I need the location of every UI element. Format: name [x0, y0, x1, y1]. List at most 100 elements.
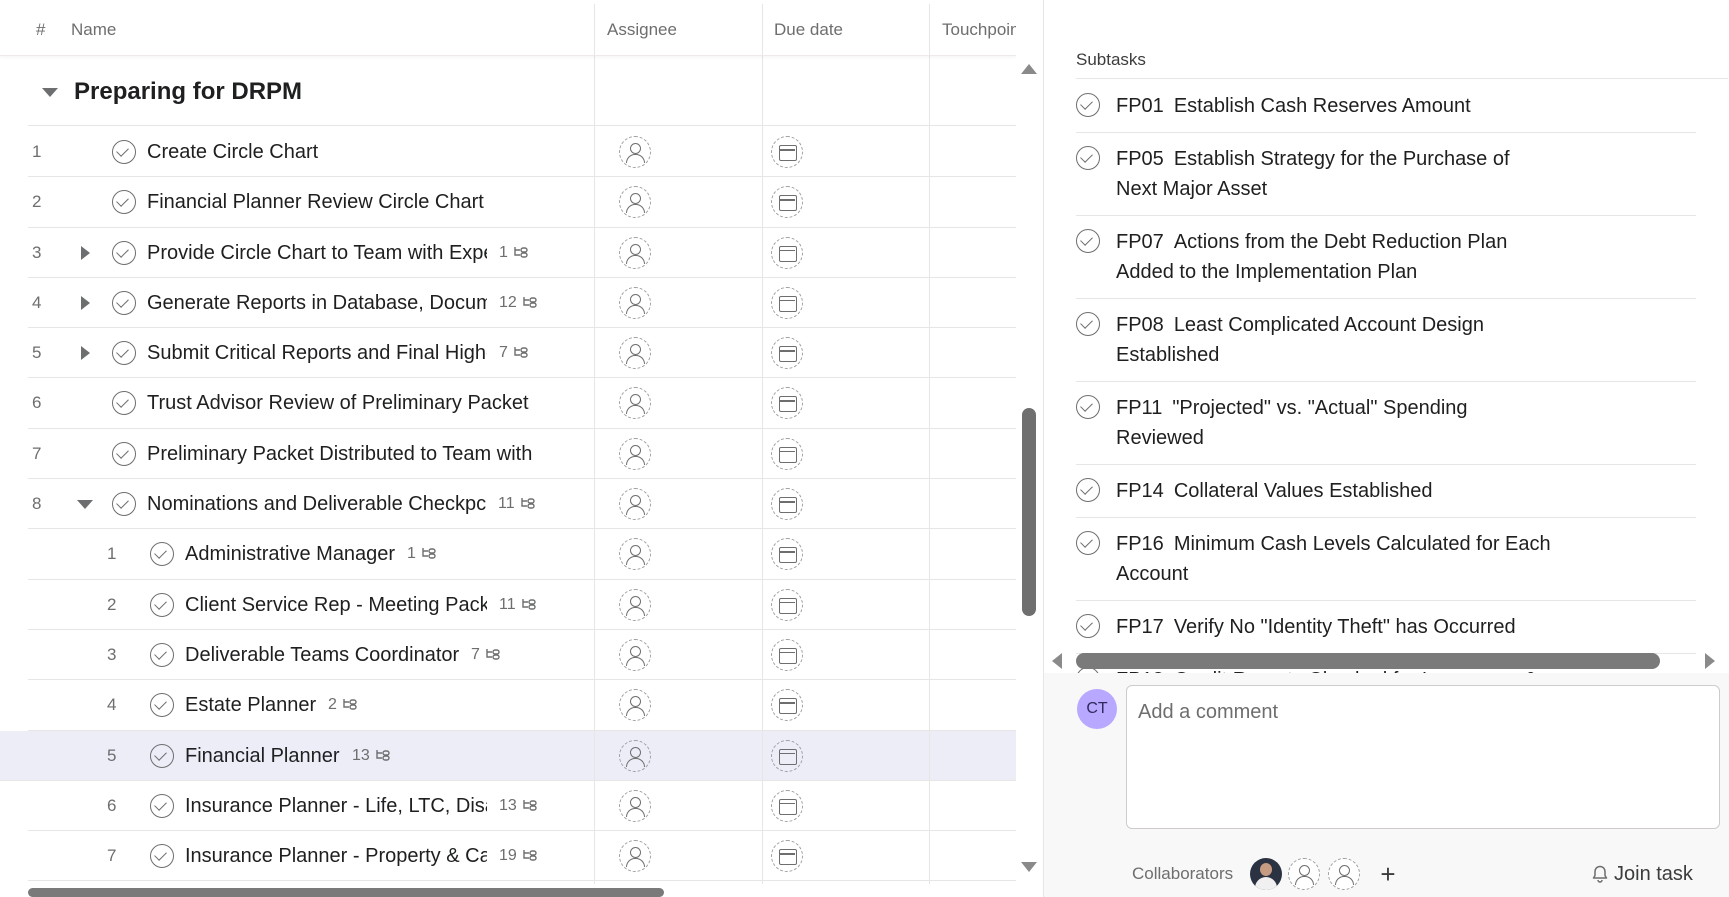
subtask-row[interactable]: 1 Administrative Manager 1	[28, 529, 1016, 580]
subtask-count[interactable]: 11	[499, 580, 537, 630]
join-task-button[interactable]: Join task	[1592, 862, 1693, 888]
check-circle-icon[interactable]	[1076, 478, 1100, 502]
check-circle-icon[interactable]	[150, 743, 174, 768]
subtask-row[interactable]: 6 Insurance Planner - Life, LTC, Disabili…	[28, 781, 1016, 832]
scroll-left-arrow-icon[interactable]	[1052, 653, 1062, 669]
check-circle-icon[interactable]	[1076, 312, 1100, 336]
assignee-icon[interactable]	[619, 739, 651, 772]
check-circle-icon[interactable]	[112, 492, 136, 517]
task-name[interactable]: Trust Advisor Review of Preliminary Pack…	[147, 378, 529, 428]
check-circle-icon[interactable]	[1076, 531, 1100, 555]
caret-down-icon[interactable]	[42, 88, 58, 97]
task-name[interactable]: Preliminary Packet Distributed to Team w…	[147, 429, 532, 479]
assignee-icon[interactable]	[619, 387, 651, 420]
assignee-icon[interactable]	[619, 136, 651, 168]
add-collaborator-avatar[interactable]	[1328, 858, 1360, 890]
subtask-item[interactable]: FP01 Establish Cash Reserves Amount	[1076, 80, 1696, 133]
scroll-right-arrow-icon[interactable]	[1705, 653, 1715, 669]
check-circle-icon[interactable]	[112, 441, 136, 466]
task-row[interactable]: 1 Create Circle Chart	[28, 127, 1016, 178]
check-circle-icon[interactable]	[150, 793, 174, 818]
horizontal-scrollbar[interactable]	[1076, 653, 1660, 669]
subtask-count[interactable]: 1	[499, 228, 529, 278]
calendar-icon[interactable]	[771, 387, 803, 420]
subtask-title[interactable]: Establish Cash Reserves Amount	[1174, 95, 1471, 117]
task-name[interactable]: Insurance Planner - Life, LTC, Disabilit…	[185, 781, 487, 831]
check-circle-icon[interactable]	[112, 190, 136, 215]
task-name[interactable]: Nominations and Deliverable Checkpc	[147, 479, 486, 529]
assignee-icon[interactable]	[619, 337, 651, 370]
assignee-icon[interactable]	[619, 638, 651, 671]
check-circle-icon[interactable]	[150, 693, 174, 718]
column-header-touchpoint[interactable]: Touchpoint	[942, 4, 1016, 56]
column-header-due-date[interactable]: Due date	[774, 4, 843, 56]
check-circle-icon[interactable]	[112, 290, 136, 315]
section-header[interactable]: Preparing for DRPM	[28, 58, 1016, 126]
task-row[interactable]: 3 Provide Circle Chart to Team with Expec…	[28, 228, 1016, 278]
calendar-icon[interactable]	[771, 638, 803, 671]
section-title[interactable]: Preparing for DRPM	[74, 78, 302, 106]
subtask-item[interactable]: FP17 Verify No "Identity Theft" has Occur…	[1076, 601, 1696, 654]
subtask-title[interactable]: Actions from the Debt Reduction Plan Add…	[1116, 231, 1507, 283]
vertical-scrollbar-thumb[interactable]	[1022, 408, 1036, 616]
assignee-icon[interactable]	[619, 186, 651, 219]
task-name[interactable]: Create Circle Chart	[147, 127, 318, 177]
calendar-icon[interactable]	[771, 136, 803, 168]
comment-box[interactable]	[1126, 685, 1720, 829]
caret-right-icon[interactable]	[81, 346, 90, 361]
subtask-row[interactable]: 7 Insurance Planner - Property & Casualty…	[28, 831, 1016, 882]
subtask-item[interactable]: FP11 "Projected" vs. "Actual" Spending Re…	[1076, 382, 1696, 465]
subtask-row[interactable]: 3 Deliverable Teams Coordinator 7	[28, 630, 1016, 681]
check-circle-icon[interactable]	[1076, 395, 1100, 419]
task-row[interactable]: 6 Trust Advisor Review of Preliminary Pac…	[28, 378, 1016, 429]
calendar-icon[interactable]	[771, 437, 803, 470]
subtask-count[interactable]: 7	[471, 630, 501, 680]
check-circle-icon[interactable]	[1076, 93, 1100, 117]
check-circle-icon[interactable]	[1076, 146, 1100, 170]
subtask-title[interactable]: "Projected" vs. "Actual" Spending Review…	[1116, 397, 1468, 449]
subtask-count[interactable]: 13	[499, 781, 538, 831]
subtask-item[interactable]: FP08 Least Complicated Account Design Est…	[1076, 299, 1696, 382]
plus-icon[interactable]: +	[1376, 858, 1400, 890]
column-header-name[interactable]: Name	[71, 4, 116, 56]
task-name[interactable]: Estate Planner	[185, 680, 316, 730]
subtask-count[interactable]: 11	[498, 479, 536, 529]
subtask-title[interactable]: Establish Strategy for the Purchase of N…	[1116, 148, 1510, 200]
assignee-icon[interactable]	[619, 689, 651, 722]
task-row[interactable]: 7 Preliminary Packet Distributed to Team …	[28, 429, 1016, 480]
task-name[interactable]: Insurance Planner - Property & Casualty	[185, 831, 487, 881]
calendar-icon[interactable]	[771, 739, 803, 772]
add-collaborator-avatar[interactable]	[1288, 858, 1320, 890]
assignee-icon[interactable]	[619, 437, 651, 470]
subtask-row[interactable]: 5 Financial Planner 13	[0, 730, 1016, 781]
task-row[interactable]: 5 Submit Critical Reports and Final Highe…	[28, 328, 1016, 379]
subtask-count[interactable]: 2	[328, 680, 358, 730]
assignee-icon[interactable]	[619, 236, 651, 269]
task-name[interactable]: Financial Planner Review Circle Chart	[147, 177, 484, 227]
assignee-icon[interactable]	[619, 789, 651, 822]
subtask-title[interactable]: Verify No "Identity Theft" has Occurred	[1174, 616, 1516, 638]
task-name[interactable]: Client Service Rep - Meeting Packets	[185, 580, 487, 630]
task-name[interactable]: Financial Planner	[185, 731, 340, 781]
horizontal-scrollbar[interactable]	[28, 888, 664, 897]
scroll-down-arrow-icon[interactable]	[1021, 862, 1037, 872]
subtask-count[interactable]: 7	[499, 328, 529, 378]
check-circle-icon[interactable]	[112, 240, 136, 265]
assignee-icon[interactable]	[619, 286, 651, 319]
caret-right-icon[interactable]	[81, 245, 90, 260]
column-header-assignee[interactable]: Assignee	[607, 4, 677, 56]
calendar-icon[interactable]	[771, 186, 803, 219]
subtask-row[interactable]: 2 Client Service Rep - Meeting Packets 11	[28, 580, 1016, 630]
check-circle-icon[interactable]	[150, 592, 174, 617]
calendar-icon[interactable]	[771, 840, 803, 873]
check-circle-icon[interactable]	[112, 140, 136, 164]
calendar-icon[interactable]	[771, 488, 803, 521]
task-name[interactable]: Submit Critical Reports and Final Highe	[147, 328, 487, 378]
task-name[interactable]: Administrative Manager	[185, 529, 395, 579]
comment-input[interactable]	[1138, 697, 1698, 727]
calendar-icon[interactable]	[771, 236, 803, 269]
check-circle-icon[interactable]	[112, 341, 136, 366]
subtask-item[interactable]: FP16 Minimum Cash Levels Calculated for E…	[1076, 518, 1696, 601]
calendar-icon[interactable]	[771, 538, 803, 571]
subtask-title[interactable]: Collateral Values Established	[1174, 480, 1433, 502]
